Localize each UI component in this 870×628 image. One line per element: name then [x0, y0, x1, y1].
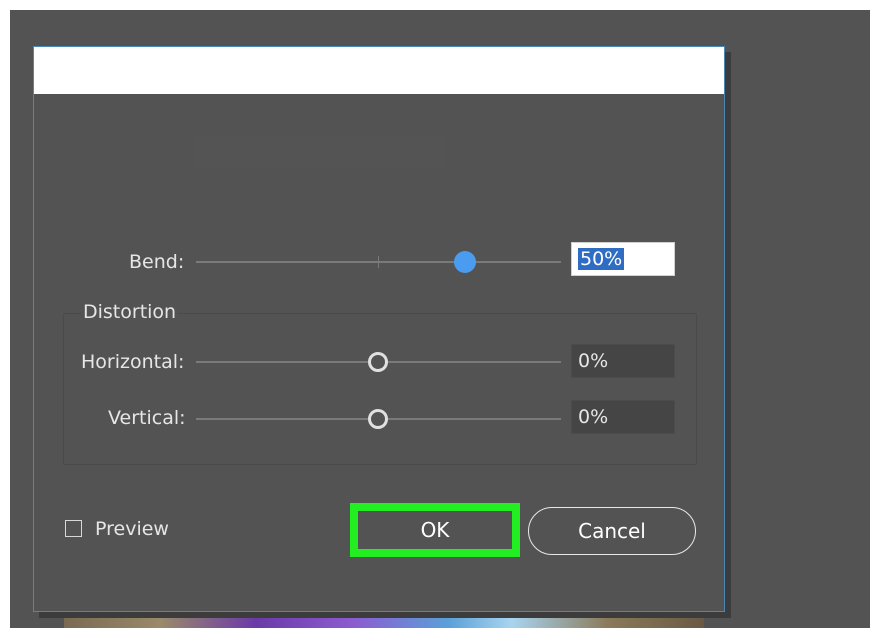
ok-button[interactable]: OK [358, 511, 512, 549]
bend-label: Bend: [129, 251, 185, 273]
distortion-group [63, 313, 697, 465]
bend-value-field[interactable]: 50% [571, 242, 675, 276]
warp-options-dialog: Bend: 50% Distortion Horizontal: 0% Vert… [33, 46, 725, 612]
bend-value-text: 50% [578, 248, 625, 270]
vertical-slider-knob[interactable] [368, 409, 388, 429]
vertical-value-field[interactable]: 0% [571, 400, 675, 434]
vertical-label: Vertical: [108, 407, 186, 429]
horizontal-value-field[interactable]: 0% [571, 344, 675, 378]
checkbox-unchecked-icon[interactable] [65, 520, 82, 537]
style-dropdown-placeholder [194, 137, 444, 169]
horizontal-slider[interactable] [196, 347, 561, 377]
horizontal-label: Horizontal: [81, 351, 185, 373]
vertical-slider[interactable] [196, 404, 561, 434]
preview-label[interactable]: Preview [95, 518, 169, 540]
bend-slider[interactable] [196, 247, 561, 277]
distortion-group-label: Distortion [81, 301, 179, 323]
bend-slider-knob[interactable] [454, 251, 476, 273]
cancel-button[interactable]: Cancel [528, 507, 696, 555]
dialog-title-bar[interactable] [34, 47, 724, 94]
horizontal-slider-knob[interactable] [368, 352, 388, 372]
bend-slider-center-tick [378, 256, 379, 268]
